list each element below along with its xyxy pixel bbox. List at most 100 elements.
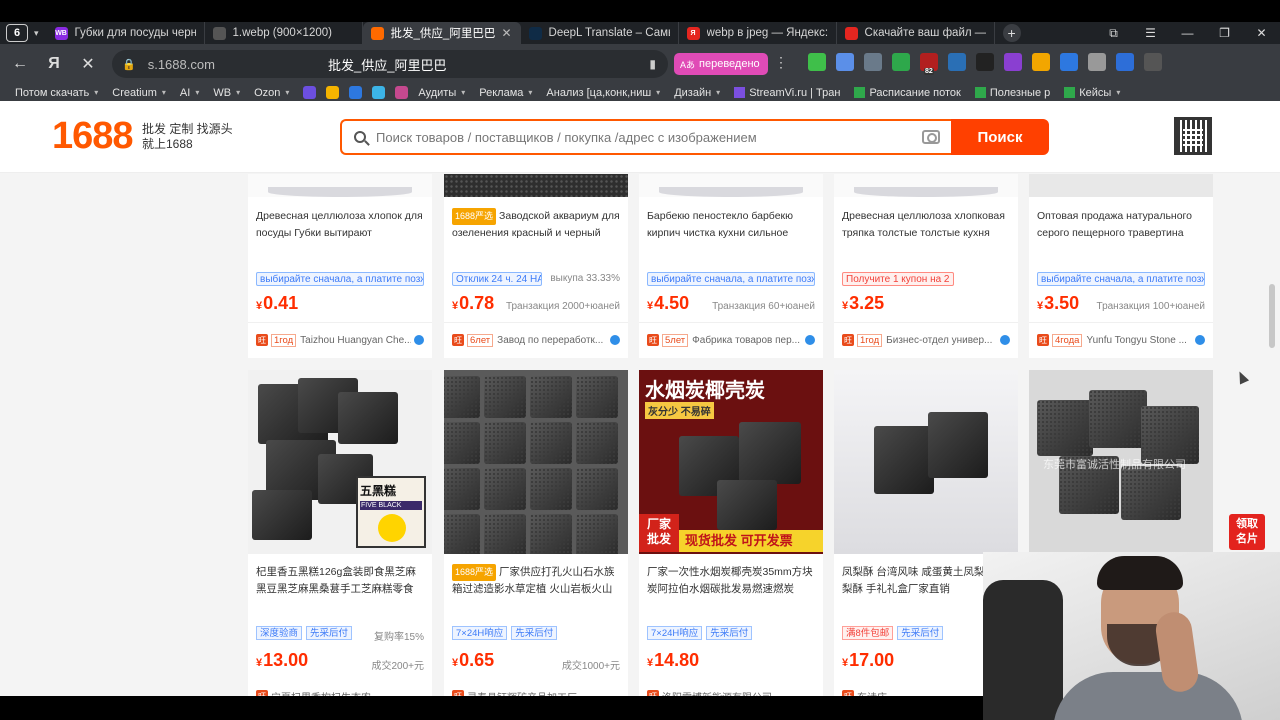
seller-row[interactable]: 旺 1год Бизнес-отдел универ... xyxy=(842,332,1010,348)
translate-icon[interactable] xyxy=(1116,53,1134,71)
tab-2[interactable]: 批发_供应_阿里巴巴 ✕ xyxy=(362,22,521,44)
badge-icon[interactable]: 82 xyxy=(920,53,938,75)
bookmark-12[interactable]: Кейсы ▾ xyxy=(1064,87,1120,99)
chat-icon[interactable] xyxy=(1088,53,1106,71)
g-icon[interactable] xyxy=(1004,53,1022,71)
bookmark-6[interactable]: Реклама ▾ xyxy=(479,87,532,99)
seller-name[interactable]: Yunfu Tongyu Stone ... xyxy=(1086,335,1192,346)
product-card[interactable]: Барбекю пеностекло барбекю кирпич чистка… xyxy=(639,174,823,358)
product-image[interactable] xyxy=(639,174,823,197)
seller-name[interactable]: 洛阳雷博新能源有限公司 xyxy=(662,689,815,697)
translated-badge[interactable]: Aあ переведено xyxy=(674,53,768,75)
search-button[interactable]: Поиск xyxy=(951,119,1049,155)
close-icon[interactable]: ✕ xyxy=(501,26,511,40)
bookmark-3[interactable]: WB ▾ xyxy=(213,87,240,99)
product-card[interactable]: 水烟炭椰壳炭 灰分少 不易碎 厂家 批发 现货批发 可开发票厂家一次性水烟炭椰壳炭35m… xyxy=(639,370,823,696)
stop-loading-icon[interactable]: ✕ xyxy=(74,50,102,78)
camera-icon[interactable] xyxy=(922,130,940,144)
bookmark-2[interactable]: AI ▾ xyxy=(180,87,199,99)
product-title[interactable]: 1688严选 Заводской аквариум для озеленения … xyxy=(444,208,628,242)
bookmark-7[interactable]: Анализ [ца,конк,ниш ▾ xyxy=(546,87,660,99)
bookmark-9[interactable]: StreamVi.ru | Тран xyxy=(734,87,840,99)
yandex-icon[interactable]: Я xyxy=(40,50,68,78)
play-icon[interactable] xyxy=(892,53,910,71)
product-image[interactable] xyxy=(834,370,1018,554)
product-image[interactable]: 东莞市富诚活性制品有限公司 xyxy=(1029,370,1213,554)
seller-row[interactable]: 旺 4года Yunfu Tongyu Stone ... xyxy=(1037,332,1205,348)
seller-row[interactable]: 旺 5лет Фабрика товаров пер... xyxy=(647,332,815,348)
product-card[interactable]: Оптовая продажа натурального серого пеще… xyxy=(1029,174,1213,358)
menu-icon[interactable]: ☰ xyxy=(1132,26,1169,40)
seller-name[interactable]: 宁夏杞里香枸杞生态农 xyxy=(271,689,424,697)
bookmark-11[interactable]: Полезные р xyxy=(974,87,1050,99)
product-title[interactable]: Оптовая продажа натурального серого пеще… xyxy=(1029,208,1213,242)
tab-4[interactable]: Яwebp в jpeg — Яндекс: н xyxy=(679,22,837,44)
bookmark-favicon-icon[interactable] xyxy=(349,86,363,99)
bookmark-favicon-icon[interactable] xyxy=(372,86,386,99)
tab-0[interactable]: WB Губки для посуды черны xyxy=(47,22,205,44)
product-card[interactable]: Древесная целлюлоза хлопок для посуды Гу… xyxy=(248,174,432,358)
search-input[interactable]: Поиск товаров / поставщиков / покупка /а… xyxy=(340,119,952,155)
seller-name[interactable]: Бизнес-отдел универ... xyxy=(886,335,997,346)
seller-row[interactable]: 旺洛阳雷博新能源有限公司 xyxy=(647,688,815,696)
bookmark-favicon-icon[interactable] xyxy=(326,86,340,99)
product-image[interactable] xyxy=(444,174,628,197)
mk-icon[interactable] xyxy=(1032,53,1050,71)
bookmark-favicon-icon[interactable] xyxy=(395,86,409,99)
tab-1[interactable]: 1.webp (900×1200) xyxy=(205,22,363,44)
restore-icon[interactable]: ❐ xyxy=(1206,26,1243,40)
bookmark-4[interactable]: Ozon ▾ xyxy=(254,87,289,99)
puzzle-icon[interactable] xyxy=(808,53,826,71)
seller-name[interactable]: Завод по переработк... xyxy=(497,335,607,346)
seller-row[interactable]: 旺宁夏杞里香枸杞生态农 xyxy=(256,688,424,696)
product-title[interactable]: Древесная целлюлоза хлопок для посуды Гу… xyxy=(248,208,432,242)
product-card[interactable]: 五黑糕 FIVE BLACK 杞里香五黑糕126g盒装即食黑芝麻黑豆黑芝麻黑桑葚手工… xyxy=(248,370,432,696)
tab-5[interactable]: Скачайте ваш файл — С xyxy=(837,22,995,44)
scrollbar[interactable] xyxy=(1269,284,1275,348)
product-image[interactable] xyxy=(444,370,628,554)
tab-3[interactable]: DeepL Translate – Самый xyxy=(521,22,679,44)
bookmarks-manager-icon[interactable]: ⧉ xyxy=(1095,26,1132,41)
product-card[interactable]: 1688严选 Заводской аквариум для озеленения … xyxy=(444,174,628,358)
seller-name[interactable]: Фабрика товаров пер... xyxy=(692,335,802,346)
minimize-icon[interactable]: — xyxy=(1169,26,1206,40)
bookmark-favicon-icon[interactable] xyxy=(303,86,317,99)
download-icon[interactable] xyxy=(1060,53,1078,71)
get-card-float-button[interactable]: 领取 名片 xyxy=(1229,514,1265,550)
product-title[interactable]: 厂家一次性水烟炭椰壳炭35mm方块炭阿拉伯水烟碳批发易燃速燃炭 xyxy=(639,564,823,598)
bookmark-10[interactable]: Расписание поток xyxy=(854,87,961,99)
product-image[interactable]: 五黑糕 FIVE BLACK xyxy=(248,370,432,554)
product-title[interactable]: 杞里香五黑糕126g盒装即食黑芝麻黑豆黑芝麻黑桑葚手工芝麻糕零食 xyxy=(248,564,432,598)
back-icon[interactable]: ← xyxy=(6,50,34,78)
close-window-icon[interactable]: ✕ xyxy=(1243,26,1280,40)
product-title[interactable]: Барбекю пеностекло барбекю кирпич чистка… xyxy=(639,208,823,242)
seller-row[interactable]: 旺 1год Taizhou Huangyan Che... xyxy=(256,332,424,348)
logo[interactable]: 1688 xyxy=(52,115,134,158)
more-icon[interactable]: ⋮ xyxy=(774,54,788,71)
seller-name[interactable]: 灵寿县钰辉矿产品加工厂 xyxy=(467,689,620,697)
bookmark-5[interactable]: Аудиты ▾ xyxy=(418,87,465,99)
seller-row[interactable]: 旺灵寿县钰辉矿产品加工厂 xyxy=(452,688,620,696)
shield-icon[interactable] xyxy=(864,53,882,71)
address-bar[interactable]: 🔒 s.1688.com 批发_供应_阿里巴巴 ▮ xyxy=(112,50,668,78)
product-image[interactable] xyxy=(248,174,432,197)
product-image[interactable] xyxy=(1029,174,1213,197)
product-image[interactable]: 水烟炭椰壳炭 灰分少 不易碎 厂家 批发 现货批发 可开发票 xyxy=(639,370,823,554)
down-icon[interactable] xyxy=(1144,53,1162,71)
product-image[interactable] xyxy=(834,174,1018,197)
seller-row[interactable]: 旺 6лет Завод по переработк... xyxy=(452,332,620,348)
bookmark-1[interactable]: Creatium ▾ xyxy=(112,87,166,99)
chevron-down-icon[interactable]: ▾ xyxy=(34,28,39,39)
product-card[interactable]: 1688严选厂家供应打孔火山石水族箱过滤造影水草定植 火山岩板火山石 7×24H响… xyxy=(444,370,628,696)
new-tab-button[interactable]: + xyxy=(1002,24,1021,42)
bookmark-icon[interactable]: ▮ xyxy=(649,57,656,71)
product-title[interactable]: 1688严选厂家供应打孔火山石水族箱过滤造影水草定植 火山岩板火山石 xyxy=(444,564,628,598)
tab-count-button[interactable]: 6 xyxy=(6,24,28,42)
doc-icon[interactable] xyxy=(836,53,854,71)
product-card[interactable]: Древесная целлюлоза хлопковая тряпка тол… xyxy=(834,174,1018,358)
box-icon[interactable] xyxy=(948,53,966,71)
bookmark-8[interactable]: Дизайн ▾ xyxy=(674,87,720,99)
ring-icon[interactable] xyxy=(976,53,994,71)
bookmark-0[interactable]: Потом скачать ▾ xyxy=(15,87,98,99)
seller-name[interactable]: Taizhou Huangyan Che... xyxy=(300,335,411,346)
